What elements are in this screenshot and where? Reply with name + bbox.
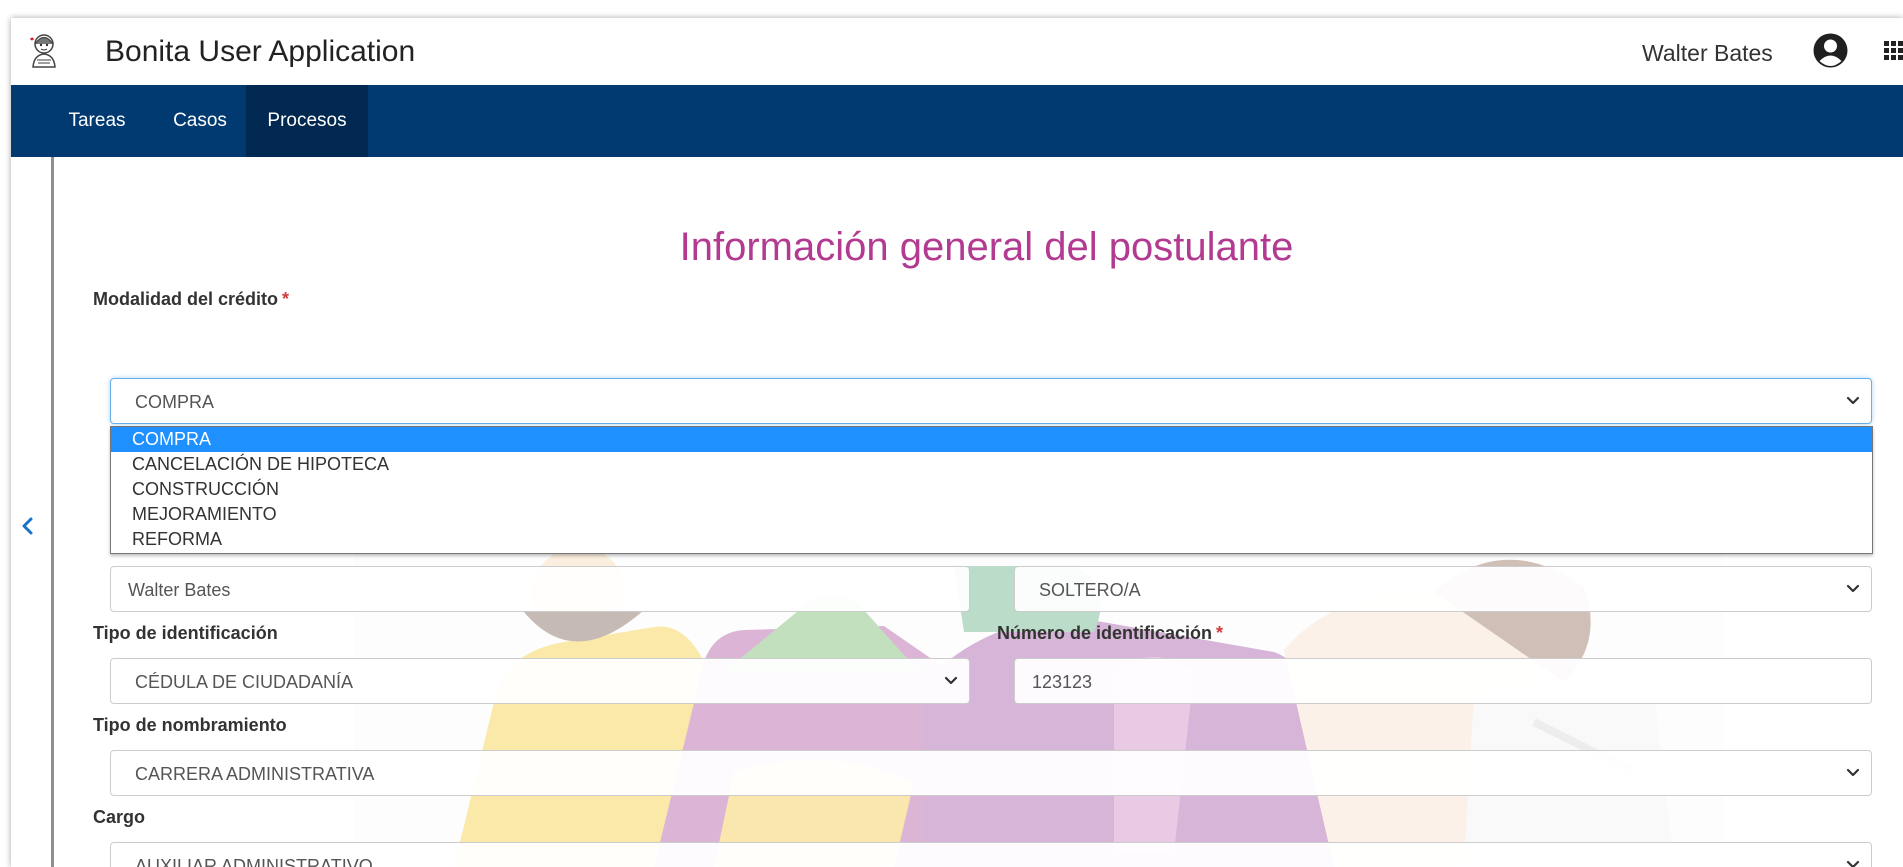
tipo-identificacion-label: Tipo de identificación <box>93 623 278 643</box>
modalidad-selected-value: COMPRA <box>135 392 215 412</box>
tab-casos[interactable]: Casos <box>159 85 241 157</box>
nombre-field[interactable]: Walter Bates <box>110 566 970 612</box>
chevron-down-icon <box>1846 860 1860 867</box>
tab-procesos[interactable]: Procesos <box>246 85 368 157</box>
chevron-down-icon <box>1846 768 1860 777</box>
cargo-select[interactable]: AUXILIAR ADMINISTRATIVO <box>110 842 1872 867</box>
numero-identificacion-value: 123123 <box>1032 672 1093 692</box>
tipo-identificacion-value: CÉDULA DE CIUDADANÍA <box>135 672 354 692</box>
grid-apps-icon[interactable] <box>1884 41 1903 60</box>
chevron-left-icon[interactable] <box>17 515 39 537</box>
app-header: Bonita User Application Walter Bates <box>11 18 1903 85</box>
modalidad-select[interactable]: COMPRA <box>110 378 1872 424</box>
numero-identificacion-label-text: Número de identificación <box>997 623 1213 643</box>
dropdown-option-reforma[interactable]: REFORMA <box>111 527 1872 552</box>
dropdown-option-mejoramiento[interactable]: MEJORAMIENTO <box>111 502 1872 527</box>
cargo-label: Cargo <box>93 807 146 827</box>
tipo-nombramiento-label: Tipo de nombramiento <box>93 715 287 735</box>
modalidad-label-text: Modalidad del crédito <box>93 289 279 309</box>
user-name[interactable]: Walter Bates <box>1642 39 1773 67</box>
screen: Bonita User Application Walter Bates Tar… <box>0 0 1903 867</box>
required-mark: * <box>1216 623 1224 643</box>
estado-civil-select[interactable]: SOLTERO/A <box>1014 566 1872 612</box>
main-navbar: Tareas Casos Procesos <box>11 85 1903 157</box>
app-title: Bonita User Application <box>105 35 416 68</box>
dropdown-option-construccion[interactable]: CONSTRUCCIÓN <box>111 477 1872 502</box>
page-title: Información general del postulante <box>679 225 1294 269</box>
chevron-down-icon <box>1846 396 1860 405</box>
bonita-logo-icon[interactable] <box>27 31 61 69</box>
dropdown-option-cancelacion-hipoteca[interactable]: CANCELACIÓN DE HIPOTECA <box>111 452 1872 477</box>
chevron-down-icon <box>1846 584 1860 593</box>
cargo-value: AUXILIAR ADMINISTRATIVO <box>135 856 373 867</box>
tipo-identificacion-select[interactable]: CÉDULA DE CIUDADANÍA <box>110 658 970 704</box>
estado-civil-value: SOLTERO/A <box>1039 580 1141 600</box>
modalidad-label: Modalidad del crédito * <box>93 288 289 310</box>
dropdown-option-compra[interactable]: COMPRA <box>111 427 1872 452</box>
nombre-value: Walter Bates <box>128 580 231 600</box>
chevron-down-icon <box>944 676 958 685</box>
modalidad-dropdown-list: COMPRA CANCELACIÓN DE HIPOTECA CONSTRUCC… <box>110 426 1873 554</box>
numero-identificacion-label: Número de identificación * <box>997 622 1223 644</box>
numero-identificacion-field[interactable]: 123123 <box>1014 658 1872 704</box>
browser-window: Bonita User Application Walter Bates Tar… <box>11 18 1903 867</box>
tipo-nombramiento-value: CARRERA ADMINISTRATIVA <box>135 764 375 784</box>
tipo-nombramiento-select[interactable]: CARRERA ADMINISTRATIVA <box>110 750 1872 796</box>
user-circle-icon[interactable] <box>1812 32 1849 69</box>
tab-tareas[interactable]: Tareas <box>57 85 137 157</box>
required-mark: * <box>282 289 290 309</box>
